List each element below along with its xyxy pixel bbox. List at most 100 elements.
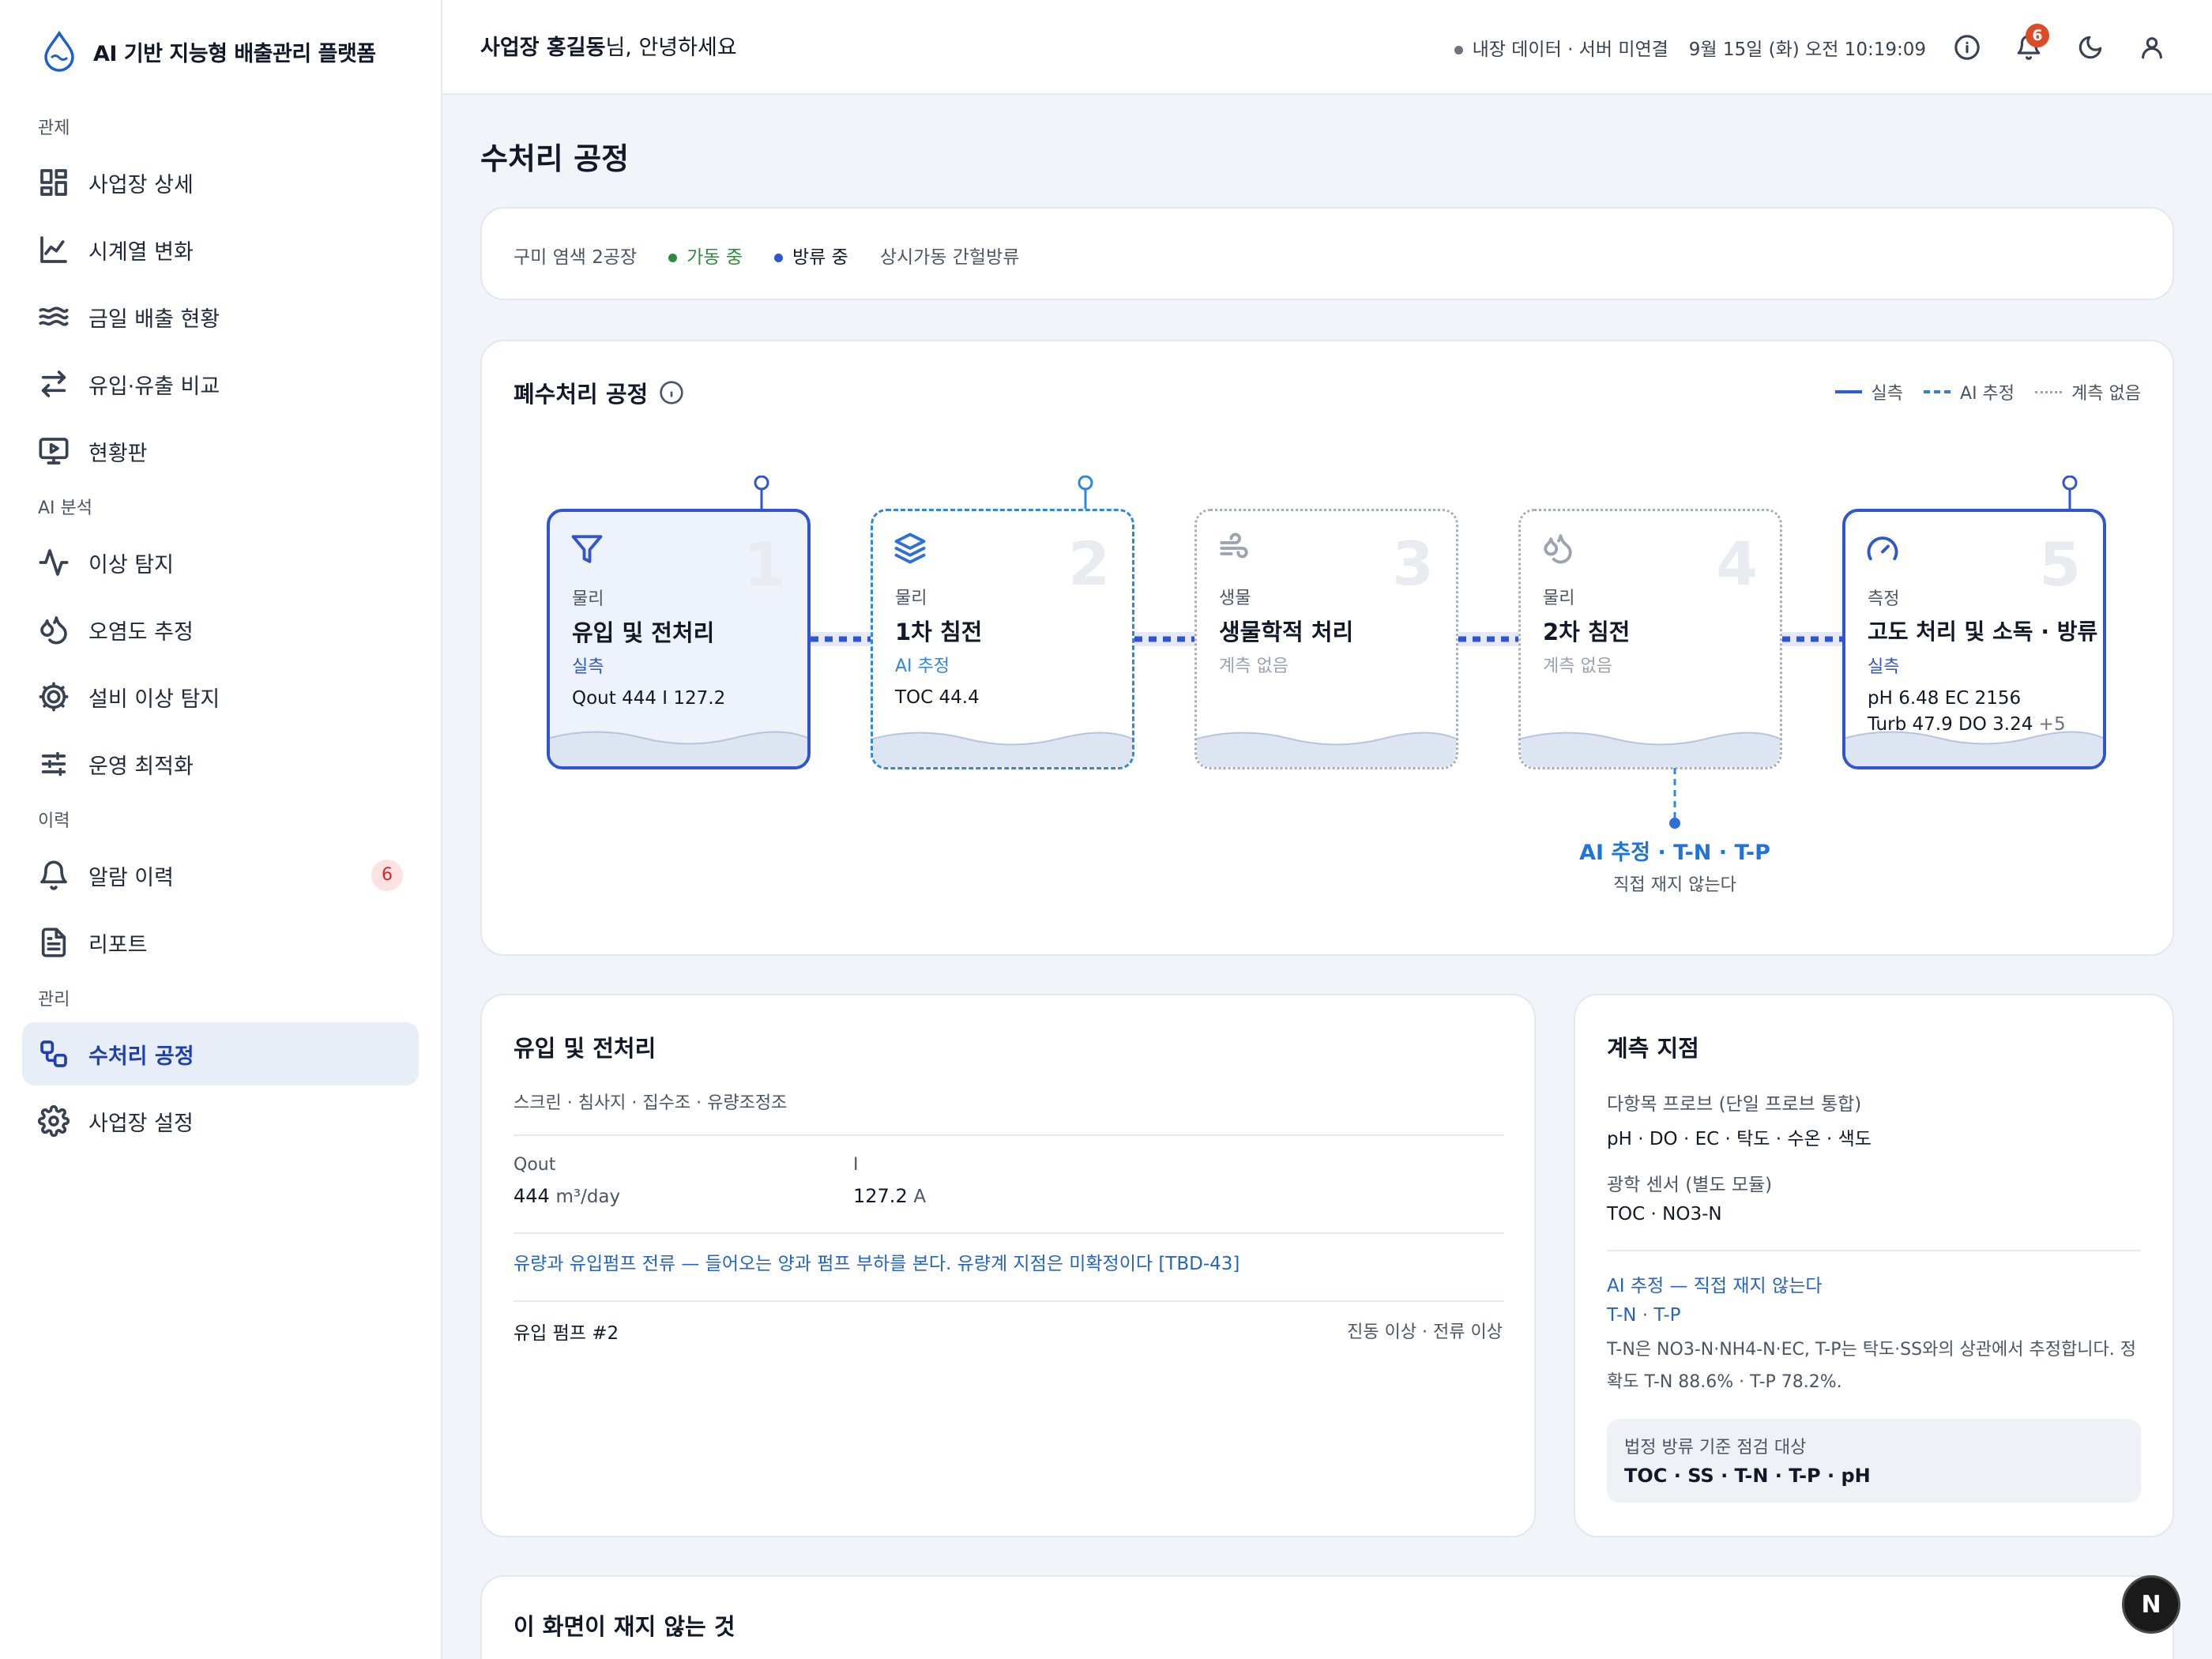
nav-item-optimization[interactable]: 운영 최적화 [22, 732, 419, 796]
detail-title: 유입 및 전처리 [514, 1035, 656, 1062]
filter-icon [570, 532, 604, 566]
ai-estimate-label: AI 추정 — 직접 재지 않는다 [1607, 1276, 1823, 1296]
nav-item-site-detail[interactable]: 사업장 상세 [22, 151, 419, 214]
metric-value: 127.2 A [853, 1185, 926, 1207]
nav-item-pollution-estimate[interactable]: 오염도 추정 [22, 598, 419, 661]
info-button[interactable] [1947, 27, 1988, 68]
nav-item-label: 운영 최적화 [88, 754, 194, 779]
stage-detail-card: 유입 및 전처리 스크린 · 침사지 · 집수조 · 유량조정조 Qout 44… [480, 994, 1536, 1537]
cog-icon [39, 682, 69, 712]
measurement-points-card: 계측 지점 다항목 프로브 (단일 프로브 통합) pH · DO · EC ·… [1574, 994, 2174, 1537]
layers-icon [893, 532, 927, 565]
legend-real: 실측 [1834, 379, 1904, 404]
nav-item-equipment-anomaly[interactable]: 설비 이상 탐지 [22, 665, 419, 728]
greeting: 사업장 홍길동님, 안녕하세요 [480, 30, 737, 61]
pipe-connector [1134, 632, 1198, 646]
data-status: 내장 데이터 · 서버 미연결 [1454, 34, 1668, 61]
process-stage-5[interactable]: 5 측정 고도 처리 및 소독 · 방류 실측 pH 6.48 EC 2156 … [1842, 509, 2106, 769]
stage-kind: 실측 [1868, 657, 1900, 677]
nav-section-ai-analysis: AI 분석 [38, 498, 93, 518]
divider [514, 1134, 1504, 1136]
process-stage-1[interactable]: 1 물리 유입 및 전처리 실측 Qout 444 I 127.2 [547, 509, 811, 769]
nav-item-label: 유입·유출 비교 [88, 374, 220, 399]
info-icon [1954, 35, 1980, 60]
nav-item-label: 사업장 설정 [88, 1111, 194, 1136]
stage-number: 1 [743, 529, 785, 600]
nav-item-label: 오염도 추정 [88, 619, 194, 645]
legend-ai: AI 추정 [1924, 379, 2014, 404]
stage-number: 5 [2039, 529, 2081, 600]
info-icon[interactable] [659, 380, 684, 405]
stage-values: TOC 44.4 [895, 687, 980, 708]
floating-action-button[interactable]: N [2122, 1575, 2180, 1634]
discharge-dot-icon [774, 254, 784, 262]
nav-item-report[interactable]: 리포트 [22, 911, 419, 974]
brand[interactable]: AI 기반 지능형 배출관리 플랫폼 [0, 0, 441, 103]
workflow-icon [40, 1040, 67, 1067]
stage-category: 물리 [572, 589, 604, 609]
greeting-suffix: 님, 안녕하세요 [605, 36, 737, 60]
process-stage-4[interactable]: 4 물리 2차 침전 계측 없음 [1518, 509, 1782, 769]
process-card-title: 폐수처리 공정 [514, 381, 649, 408]
process-stage-3[interactable]: 3 생물 생물학적 처리 계측 없음 [1194, 509, 1458, 769]
divider [514, 1232, 1504, 1234]
current-datetime: 9월 15일 (화) 오전 10:19:09 [1688, 40, 1926, 60]
stage-name: 1차 침전 [895, 619, 983, 645]
pump-name: 유입 펌프 #2 [514, 1323, 619, 1344]
nav-item-inflow-outflow[interactable]: 유입·유출 비교 [22, 352, 419, 416]
metric-number: 444 [514, 1185, 550, 1207]
nav-item-today-emission[interactable]: 금일 배출 현황 [22, 285, 419, 348]
droplets-icon [40, 616, 67, 645]
stage-category: 측정 [1868, 589, 1900, 609]
theme-toggle-button[interactable] [2070, 27, 2111, 68]
nav-item-alarm-history[interactable]: 알람 이력 6 [22, 844, 419, 907]
nav-item-label: 시계열 변화 [88, 239, 194, 265]
nav-section-admin: 관리 [38, 990, 70, 1010]
metric-unit: A [913, 1187, 927, 1207]
ai-estimate-value: T-N · T-P [1607, 1305, 1681, 1326]
detail-note: 유량과 유입펌프 전류 — 들어오는 양과 펌프 부하를 본다. 유량계 지점은… [514, 1254, 1240, 1274]
water-wave [550, 731, 807, 766]
legend-solid-line [1834, 390, 1862, 393]
user-name: 사업장 홍길동 [480, 36, 606, 60]
stage-category: 물리 [895, 589, 927, 608]
legal-standard-label: 법정 방류 기준 점검 대상 [1624, 1438, 1807, 1458]
stage-number: 3 [1392, 529, 1434, 599]
metric-number: 127.2 [853, 1185, 908, 1207]
metric-label: Qout [514, 1155, 556, 1175]
nav-item-label: 알람 이력 [88, 865, 174, 890]
measure-pin-icon [2062, 476, 2078, 514]
optic-value: TOC · NO3-N [1607, 1204, 1722, 1224]
notifications-button[interactable]: 6 [2008, 24, 2049, 68]
line-chart-icon [40, 236, 67, 263]
nav-item-site-settings[interactable]: 사업장 설정 [22, 1089, 419, 1153]
legend-real-label: 실측 [1871, 384, 1904, 404]
stage-name: 유입 및 전처리 [572, 619, 715, 646]
metric-label: I [853, 1155, 859, 1175]
pump-flags: 진동 이상 · 전류 이상 [1347, 1322, 1503, 1342]
divider [1607, 1250, 2141, 1251]
legend-ai-label: AI 추정 [1960, 384, 2015, 404]
grid-icon [40, 169, 67, 196]
nav-item-water-process[interactable]: 수처리 공정 [22, 1022, 419, 1085]
pipe-connector [1782, 632, 1845, 646]
nav-item-dashboard[interactable]: 현황판 [22, 419, 419, 483]
stage-category: 생물 [1219, 589, 1251, 608]
profile-button[interactable] [2131, 27, 2172, 68]
operation-mode: 상시가동 간헐방류 [879, 247, 1020, 268]
not-measured-card: 이 화면이 재지 않는 것 [480, 1575, 2174, 1659]
page-title: 수처리 공정 [480, 141, 630, 176]
metric-unit: m³/day [555, 1187, 621, 1207]
legend-dotted-line [2035, 390, 2063, 393]
site-name: 구미 염색 2공장 [514, 247, 638, 268]
bell-icon [40, 860, 67, 890]
optic-label: 광학 센서 (별도 모듈) [1607, 1175, 1773, 1195]
nav-item-timeseries[interactable]: 시계열 변화 [22, 218, 419, 281]
site-status-row: 구미 염색 2공장 가동 중 방류 중 상시가동 간헐방류 [514, 242, 1019, 269]
nav-item-anomaly[interactable]: 이상 탐지 [22, 531, 419, 594]
probe-value: pH · DO · EC · 탁도 · 수온 · 색도 [1607, 1129, 1872, 1149]
stage-name: 생물학적 처리 [1219, 619, 1354, 645]
process-stage-2[interactable]: 2 물리 1차 침전 AI 추정 TOC 44.4 [871, 509, 1134, 769]
nav-item-label: 리포트 [88, 932, 148, 957]
probe-label: 다항목 프로브 (단일 프로브 통합) [1607, 1094, 1862, 1115]
